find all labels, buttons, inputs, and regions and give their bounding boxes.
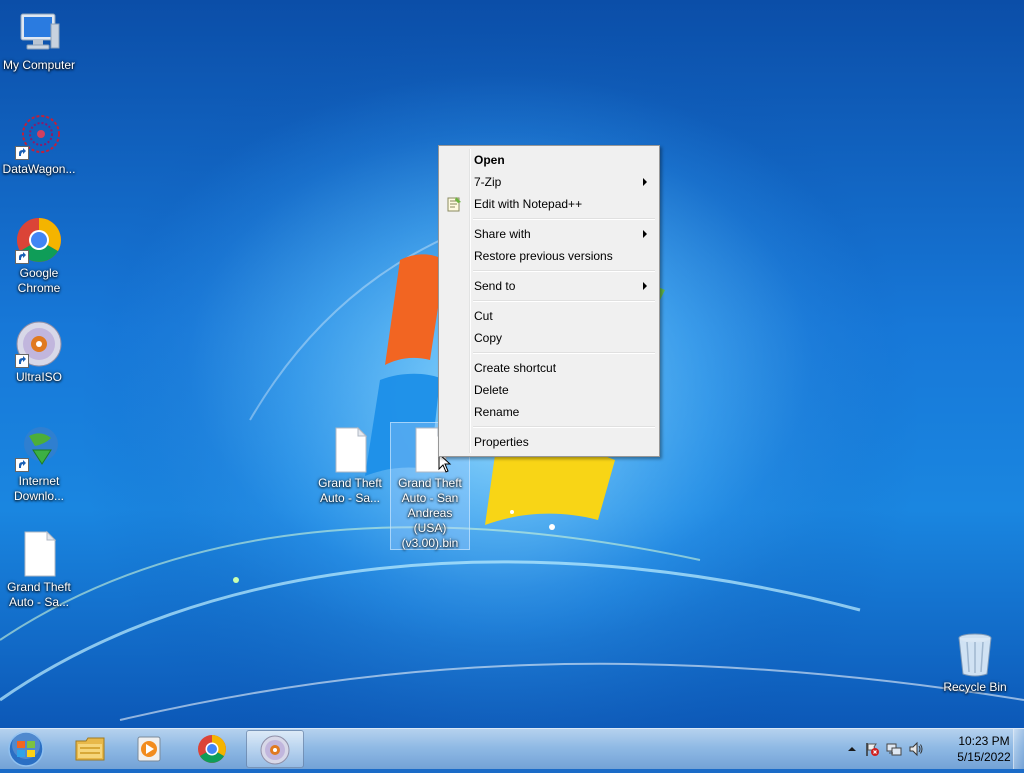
- ultraiso-disc-icon: [260, 735, 290, 765]
- recycle-bin-icon: [951, 630, 999, 678]
- menu-item-delete[interactable]: Delete: [441, 379, 657, 401]
- computer-icon: [15, 8, 63, 56]
- menu-item-create-shortcut[interactable]: Create shortcut: [441, 357, 657, 379]
- desktop-icon-google-chrome[interactable]: Google Chrome: [0, 216, 78, 296]
- desktop-icon-label: Grand Theft Auto - Sa...: [7, 580, 71, 609]
- menu-item-label: Cut: [474, 309, 493, 323]
- taskbar-clock[interactable]: 10:23 PM 5/15/2022: [954, 733, 1014, 765]
- menu-item-open[interactable]: Open: [441, 149, 657, 171]
- menu-item-label: Open: [474, 153, 505, 167]
- menu-item-send-to[interactable]: Send to: [441, 275, 657, 297]
- desktop-icon-internet-download-manager[interactable]: Internet Downlo...: [0, 424, 78, 504]
- menu-item-7zip[interactable]: 7-Zip: [441, 171, 657, 193]
- network-icon[interactable]: [886, 741, 902, 757]
- windows-explorer-icon: [75, 737, 105, 761]
- volume-speaker-icon[interactable]: [908, 741, 924, 757]
- desktop-icon-label: UltraISO: [15, 370, 62, 384]
- file-icon: [326, 426, 374, 474]
- menu-item-restore-previous-versions[interactable]: Restore previous versions: [441, 245, 657, 267]
- submenu-arrow-icon: [643, 282, 647, 290]
- menu-item-label: 7-Zip: [474, 175, 502, 189]
- submenu-arrow-icon: [643, 178, 647, 186]
- menu-separator: [473, 352, 655, 354]
- desktop-icon-label: Internet Downlo...: [13, 474, 65, 503]
- file-icon: [15, 530, 63, 578]
- desktop-icon-label: My Computer: [2, 58, 76, 72]
- menu-item-edit-with-notepadpp[interactable]: Edit with Notepad++: [441, 193, 657, 215]
- menu-item-label: Copy: [474, 331, 503, 345]
- menu-item-label: Restore previous versions: [474, 249, 613, 263]
- chrome-icon: [15, 216, 63, 264]
- windows-start-orb-icon: [8, 731, 44, 767]
- taskbar-google-chrome[interactable]: [184, 730, 240, 768]
- shortcut-arrow-icon: [15, 354, 29, 368]
- context-menu: Open 7-Zip Edit with Notepad++ Share wit…: [438, 145, 660, 457]
- shortcut-arrow-icon: [15, 250, 29, 264]
- media-player-icon: [137, 736, 161, 762]
- ultraiso-disc-icon: [15, 320, 63, 368]
- chrome-icon: [198, 735, 226, 763]
- internet-download-manager-icon: [15, 424, 63, 472]
- taskbar: 10:23 PM 5/15/2022: [0, 728, 1024, 769]
- menu-item-copy[interactable]: Copy: [441, 327, 657, 349]
- menu-item-properties[interactable]: Properties: [441, 431, 657, 453]
- menu-item-label: Properties: [474, 435, 529, 449]
- notification-area: 10:23 PM 5/15/2022: [834, 729, 1024, 769]
- start-button[interactable]: [6, 730, 46, 768]
- menu-separator: [473, 218, 655, 220]
- notepad-plus-plus-icon: [446, 196, 462, 212]
- desktop-icon-label: Recycle Bin: [943, 680, 1007, 694]
- taskbar-ultraiso[interactable]: [246, 730, 304, 768]
- show-desktop-button[interactable]: [1013, 729, 1024, 769]
- menu-item-cut[interactable]: Cut: [441, 305, 657, 327]
- desktop-icon-ultraiso[interactable]: UltraISO: [0, 320, 78, 385]
- desktop-icon-label: DataWagon...: [2, 162, 76, 176]
- menu-item-share-with[interactable]: Share with: [441, 223, 657, 245]
- submenu-arrow-icon: [643, 230, 647, 238]
- clock-time: 10:23 PM: [958, 734, 1010, 748]
- desktop-icon-label: Grand Theft Auto - Sa...: [318, 476, 382, 505]
- clock-date: 5/15/2022: [957, 750, 1011, 764]
- menu-item-rename[interactable]: Rename: [441, 401, 657, 423]
- menu-item-label: Rename: [474, 405, 520, 419]
- menu-item-label: Send to: [474, 279, 516, 293]
- menu-item-label: Delete: [474, 383, 509, 397]
- menu-item-label: Share with: [474, 227, 531, 241]
- menu-separator: [473, 300, 655, 302]
- taskbar-windows-explorer[interactable]: [62, 730, 118, 768]
- menu-separator: [473, 426, 655, 428]
- show-hidden-icons-arrow-icon[interactable]: [844, 741, 860, 757]
- taskbar-media-player[interactable]: [122, 730, 178, 768]
- desktop-icon-label: Grand Theft Auto - San Andreas (USA) (v3…: [398, 476, 462, 550]
- menu-item-label: Edit with Notepad++: [474, 197, 583, 211]
- shortcut-arrow-icon: [15, 146, 29, 160]
- menu-separator: [473, 270, 655, 272]
- desktop-icon-gta-file-2[interactable]: Grand Theft Auto - Sa...: [311, 426, 389, 506]
- desktop[interactable]: My Computer DataWagon... Google Chrome U…: [0, 0, 1024, 728]
- action-center-flag-icon[interactable]: [864, 741, 880, 757]
- desktop-icon-label: Google Chrome: [17, 266, 61, 295]
- menu-item-label: Create shortcut: [474, 361, 557, 375]
- desktop-icon-gta-file-1[interactable]: Grand Theft Auto - Sa...: [0, 530, 78, 610]
- datawagon-icon: [15, 112, 63, 160]
- desktop-icon-recycle-bin[interactable]: Recycle Bin: [936, 630, 1014, 695]
- desktop-icon-datawagon[interactable]: DataWagon...: [0, 112, 78, 177]
- shortcut-arrow-icon: [15, 458, 29, 472]
- desktop-icon-my-computer[interactable]: My Computer: [0, 8, 78, 73]
